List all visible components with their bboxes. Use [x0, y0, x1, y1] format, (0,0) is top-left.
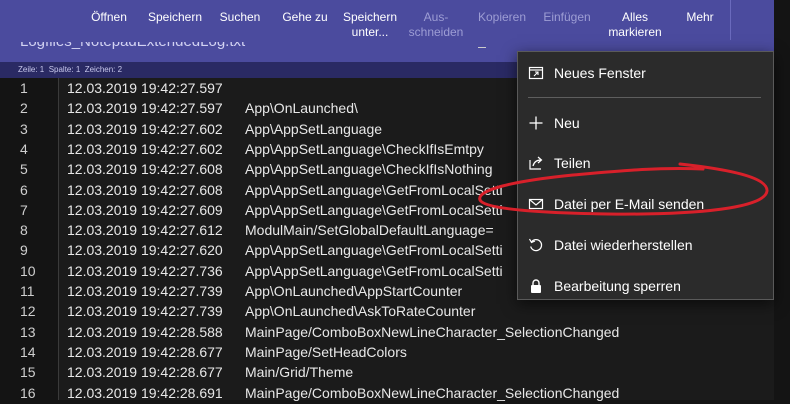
line-message: App\AppSetLanguage\GetFromLocalSetti	[245, 181, 503, 198]
plus-icon	[528, 115, 544, 131]
editor-line[interactable]: 16 12.03.2019 19:42:28.691 MainPage/ComboB…	[0, 384, 790, 404]
line-message: App\AppSetLanguage\GetFromLocalSetti	[245, 262, 503, 279]
line-timestamp: 12.03.2019 19:42:27.597	[67, 80, 223, 96]
status-line: Zeile: 1	[18, 65, 45, 74]
line-timestamp: 12.03.2019 19:42:28.677	[67, 343, 223, 360]
open-button[interactable]: Öffnen	[90, 0, 128, 42]
line-message: App\OnLaunched\AppStartCounter	[245, 283, 463, 299]
editor-line[interactable]: 13 12.03.2019 19:42:28.588 MainPage/ComboB…	[0, 323, 790, 343]
menu-item-lock-editing[interactable]: Bearbeitung sperren	[518, 271, 773, 301]
cursor-status: Zeile: 1 Spalte: 1 Zeichen: 2	[18, 62, 122, 78]
line-number: 16	[20, 384, 36, 401]
minimize-icon[interactable]	[478, 47, 486, 48]
line-message: MainPage/SetHeadColors	[245, 343, 407, 360]
line-number: 12	[20, 303, 36, 320]
line-number: 10	[20, 262, 36, 279]
line-number: 5	[20, 161, 28, 178]
toolbar-divider	[730, 0, 731, 40]
line-message: App\AppSetLanguage\CheckIfIsEmtpy	[245, 140, 484, 157]
editor-line[interactable]: 12 12.03.2019 19:42:27.739 App\OnLaunched\…	[0, 302, 790, 322]
line-timestamp: 12.03.2019 19:42:28.677	[67, 364, 223, 381]
line-number: 11	[20, 283, 35, 299]
select-all-button[interactable]: Alles markieren	[604, 0, 666, 42]
more-button[interactable]: Mehr	[680, 0, 720, 42]
line-number: 1	[20, 80, 28, 96]
cut-label: Aus-schneiden	[408, 10, 464, 39]
line-timestamp: 12.03.2019 19:42:27.739	[67, 283, 223, 299]
lock-icon	[528, 278, 544, 294]
line-timestamp: 12.03.2019 19:42:27.602	[67, 120, 223, 137]
menu-item-restore[interactable]: Datei wiederherstellen	[518, 230, 773, 260]
line-number: 9	[20, 242, 28, 259]
line-number: 8	[20, 222, 28, 239]
line-number: 6	[20, 181, 28, 198]
window-edge	[774, 0, 790, 400]
line-message: ModulMain/SetGlobalDefaultLanguage=	[245, 222, 494, 239]
menu-item-send-mail[interactable]: Datei per E-Mail senden	[518, 189, 773, 219]
line-message: App\AppSetLanguage\GetFromLocalSetti	[245, 201, 503, 218]
status-column: Spalte: 1	[48, 65, 81, 74]
line-timestamp: 12.03.2019 19:42:27.612	[67, 222, 223, 239]
line-number: 14	[20, 343, 36, 360]
search-button[interactable]: Suchen	[218, 0, 262, 42]
menu-item-new-window[interactable]: Neues Fenster	[518, 58, 773, 88]
menu-divider	[528, 97, 761, 98]
goto-button[interactable]: Gehe zu	[282, 0, 328, 42]
menu-item-new[interactable]: Neu	[518, 108, 773, 138]
menu-item-label: Datei per E-Mail senden	[554, 196, 705, 212]
line-timestamp: 12.03.2019 19:42:27.609	[67, 201, 223, 218]
line-number: 7	[20, 201, 28, 218]
menu-item-label: Datei wiederherstellen	[554, 237, 693, 253]
save-as-button[interactable]: Speichern unter...	[340, 0, 400, 42]
editor-line[interactable]: 15 12.03.2019 19:42:28.677 Main/Grid/Theme	[0, 363, 790, 383]
menu-item-label: Teilen	[554, 155, 591, 171]
menu-item-label: Neu	[554, 115, 580, 131]
line-message: MainPage/ComboBoxNewLineCharacter_Select…	[245, 323, 620, 340]
paste-button[interactable]: Einfügen	[542, 0, 592, 42]
line-number: 15	[20, 364, 36, 381]
status-chars: Zeichen: 2	[84, 65, 123, 74]
save-button[interactable]: Speichern	[146, 0, 204, 42]
save-as-label: Speichern unter...	[342, 10, 398, 39]
line-timestamp: 12.03.2019 19:42:27.608	[67, 161, 223, 178]
editor-line[interactable]: 14 12.03.2019 19:42:28.677 MainPage/SetHea…	[0, 343, 790, 363]
menu-item-label: Bearbeitung sperren	[554, 278, 681, 294]
line-message: App\OnLaunched\AskToRateCounter	[245, 303, 476, 320]
line-message: App\OnLaunched\	[245, 100, 358, 117]
copy-button[interactable]: Kopieren	[476, 0, 528, 42]
line-number: 4	[20, 140, 28, 157]
line-message: MainPage/ComboBoxNewLineCharacter_Select…	[245, 384, 620, 401]
line-timestamp: 12.03.2019 19:42:27.620	[67, 242, 223, 259]
line-message: Main/Grid/Theme	[245, 364, 354, 381]
line-number: 2	[20, 100, 28, 117]
line-message: App\AppSetLanguage\GetFromLocalSetti	[245, 242, 503, 259]
select-all-label: Alles markieren	[608, 10, 662, 39]
line-number: 13	[20, 323, 36, 340]
line-timestamp: 12.03.2019 19:42:27.739	[67, 303, 223, 320]
menu-item-share[interactable]: Teilen	[518, 148, 773, 178]
new-window-icon	[528, 65, 544, 81]
document-title[interactable]: Logfiles_NotepadExtendedLog.txt	[20, 42, 245, 50]
toolbar: Öffnen Speichern Suchen Gehe zu Speicher…	[0, 0, 790, 42]
line-message: App\AppSetLanguage	[245, 120, 383, 137]
line-timestamp: 12.03.2019 19:42:28.588	[67, 323, 223, 340]
line-message: App\AppSetLanguage\CheckIfIsNothing	[245, 161, 493, 178]
line-timestamp: 12.03.2019 19:42:27.597	[67, 100, 223, 117]
menu-item-label: Neues Fenster	[554, 65, 646, 81]
mail-icon	[528, 196, 544, 212]
line-timestamp: 12.03.2019 19:42:27.736	[67, 262, 223, 279]
line-timestamp: 12.03.2019 19:42:27.608	[67, 181, 223, 198]
share-icon	[528, 155, 544, 171]
more-menu: Neues Fenster Neu Teilen Datei per E-Mai…	[517, 51, 774, 300]
line-number: 3	[20, 120, 28, 137]
line-timestamp: 12.03.2019 19:42:27.602	[67, 140, 223, 157]
line-timestamp: 12.03.2019 19:42:28.691	[67, 384, 223, 401]
restore-icon	[528, 237, 544, 253]
cut-button[interactable]: Aus-schneiden	[408, 0, 464, 42]
